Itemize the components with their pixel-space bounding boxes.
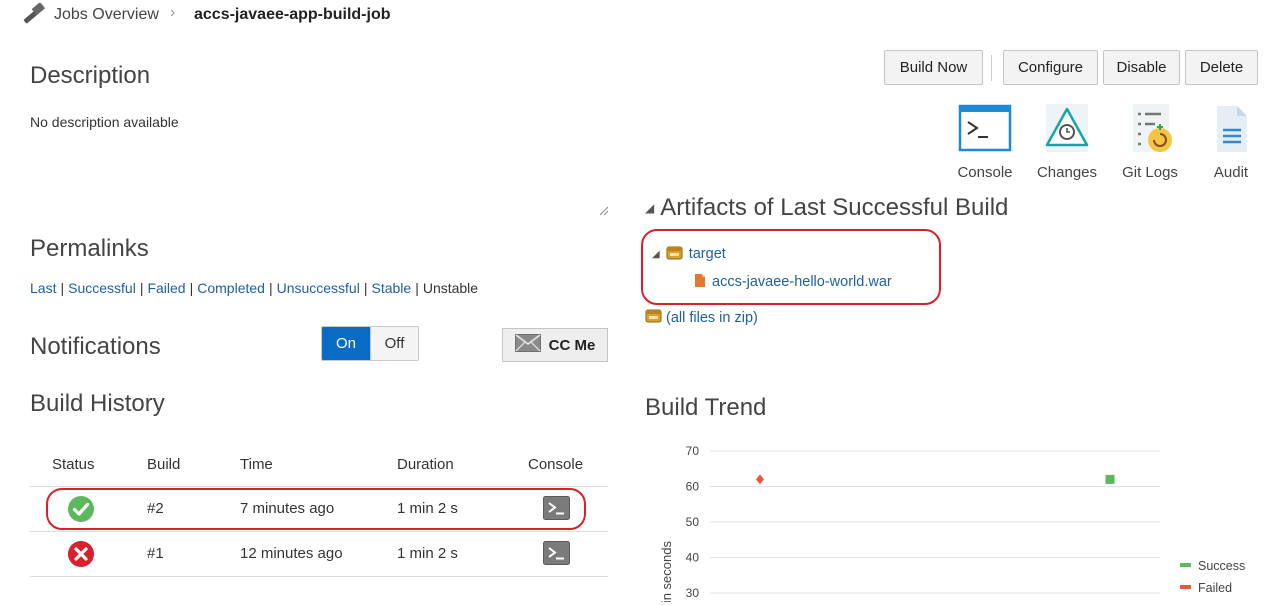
legend-swatch <box>1180 563 1191 567</box>
build-time: 12 minutes ago <box>240 545 343 562</box>
description-text[interactable]: No description available <box>30 114 179 130</box>
hammer-icon <box>20 2 48 27</box>
git-logs-tool[interactable]: Git Logs <box>1115 104 1185 181</box>
permalink-stable[interactable]: Stable <box>371 280 411 296</box>
resize-grip-icon[interactable] <box>597 203 609 216</box>
disable-button[interactable]: Disable <box>1103 50 1180 85</box>
build-now-button[interactable]: Build Now <box>884 50 983 85</box>
changes-tool-label: Changes <box>1036 164 1098 181</box>
permalink-failed[interactable]: Failed <box>147 280 185 296</box>
failed-data-point[interactable] <box>756 474 764 485</box>
git-logs-tool-label: Git Logs <box>1122 164 1178 181</box>
success-data-point[interactable] <box>1105 474 1115 484</box>
highlight-annotation <box>641 229 941 305</box>
artifacts-heading: Artifacts of Last Successful Build <box>660 194 1009 221</box>
configure-button[interactable]: Configure <box>1003 50 1098 85</box>
notifications-heading: Notifications <box>30 333 161 360</box>
column-header-build: Build <box>147 456 181 473</box>
separator: | <box>415 280 419 296</box>
permalink-last[interactable]: Last <box>30 280 56 296</box>
permalink-completed[interactable]: Completed <box>197 280 265 296</box>
permalink-unsuccessful[interactable]: Unsuccessful <box>277 280 360 296</box>
document-icon <box>1204 104 1258 154</box>
table-border <box>30 576 608 577</box>
changes-tool[interactable]: Changes <box>1032 104 1102 181</box>
notifications-on-button[interactable]: On <box>322 327 370 360</box>
build-trend-heading: Build Trend <box>645 394 767 421</box>
build-link[interactable]: #1 <box>147 545 164 562</box>
column-header-status: Status <box>52 456 95 473</box>
build-trend-svg: 30 40 50 60 70 ation in seconds Success Faile… <box>659 444 1245 605</box>
y-tick-label: 40 <box>686 551 700 565</box>
description-heading: Description <box>30 62 151 89</box>
legend-label-success: Success <box>1198 559 1245 573</box>
audit-tool-label: Audit <box>1213 164 1249 181</box>
permalinks-list: Last | Successful | Failed | Completed | Unsucce… <box>30 280 478 296</box>
notifications-off-button[interactable]: Off <box>370 327 418 360</box>
divider <box>991 55 992 81</box>
console-icon[interactable] <box>543 541 570 568</box>
highlight-annotation <box>46 488 586 530</box>
column-header-duration: Duration <box>397 456 454 473</box>
delete-button[interactable]: Delete <box>1185 50 1258 85</box>
console-tool[interactable]: Console <box>950 104 1020 181</box>
table-row: #1 12 minutes ago 1 min 2 s <box>30 531 608 576</box>
permalinks-heading: Permalinks <box>30 235 149 262</box>
all-files-zip-link[interactable]: (all files in zip) <box>666 310 758 326</box>
audit-tool[interactable]: Audit <box>1196 104 1266 181</box>
terminal-icon <box>958 104 1012 154</box>
build-history-heading: Build History <box>30 390 165 417</box>
build-history-table: Status Build Time Duration Console #2 7 … <box>30 446 608 578</box>
cc-me-label: CC Me <box>548 336 596 354</box>
y-tick-label: 60 <box>686 480 700 494</box>
legend-swatch <box>1180 585 1191 589</box>
separator: | <box>363 280 368 296</box>
cc-me-button[interactable]: CC Me <box>502 328 608 362</box>
permalink-unstable: Unstable <box>422 280 479 296</box>
separator: | <box>268 280 273 296</box>
build-duration: 1 min 2 s <box>397 545 458 562</box>
column-header-time: Time <box>240 456 273 473</box>
build-trend-chart: 30 40 50 60 70 ation in seconds Success Faile… <box>645 435 1276 605</box>
all-files-zip-row[interactable]: (all files in zip) <box>645 308 758 327</box>
y-tick-label: 30 <box>686 586 700 600</box>
column-header-console: Console <box>528 456 584 473</box>
separator: | <box>60 280 65 296</box>
collapse-triangle-icon: ◢ <box>645 201 655 215</box>
breadcrumb-jobs-overview[interactable]: Jobs Overview <box>54 6 159 24</box>
legend-label-failed: Failed <box>1198 581 1232 595</box>
artifacts-heading-toggle[interactable]: ◢ Artifacts of Last Successful Build <box>645 194 1008 222</box>
git-logs-icon <box>1123 104 1177 154</box>
separator: | <box>139 280 144 296</box>
envelope-icon <box>514 334 541 356</box>
permalink-successful[interactable]: Successful <box>68 280 136 296</box>
package-icon <box>645 308 662 327</box>
changes-icon <box>1040 104 1094 154</box>
y-tick-label: 70 <box>686 444 700 458</box>
separator: | <box>189 280 194 296</box>
chevron-right-icon: › <box>170 4 176 21</box>
y-tick-label: 50 <box>686 515 700 529</box>
y-axis-label: ation in seconds <box>659 541 674 602</box>
failed-status-icon <box>67 540 95 571</box>
console-tool-label: Console <box>957 164 1013 181</box>
notifications-toggle: On Off <box>321 326 419 361</box>
breadcrumb-current-job: accs-javaee-app-build-job <box>194 6 391 23</box>
